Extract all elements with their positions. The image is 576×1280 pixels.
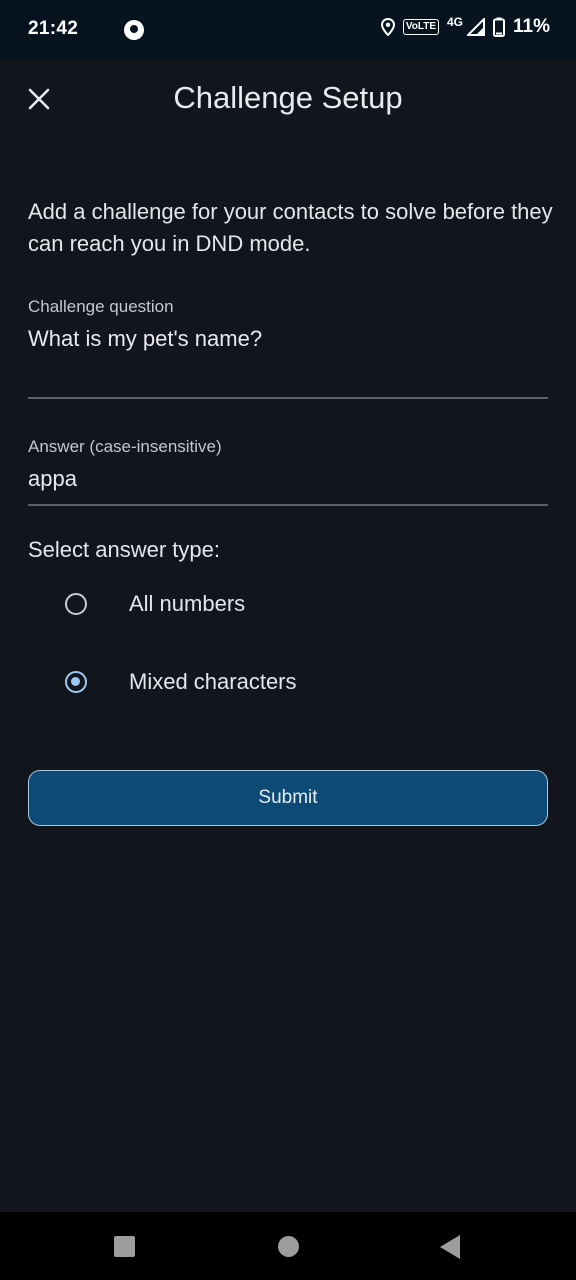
answer-type-label: Select answer type: bbox=[28, 537, 220, 562]
question-underline bbox=[28, 397, 548, 399]
notification-app-icon bbox=[124, 20, 144, 40]
location-icon bbox=[380, 18, 395, 36]
recents-icon[interactable] bbox=[114, 1236, 135, 1257]
radio-option-mixed-characters[interactable]: Mixed characters bbox=[28, 656, 548, 712]
answer-underline bbox=[28, 504, 548, 506]
question-input[interactable]: What is my pet's name? bbox=[28, 326, 262, 352]
home-icon[interactable] bbox=[278, 1236, 299, 1257]
answer-label: Answer (case-insensitive) bbox=[28, 437, 222, 456]
battery-percentage: 11% bbox=[513, 16, 550, 37]
screen: 21:42 VoLTE 4G 11% Challenge Setup Add a… bbox=[0, 0, 576, 1280]
page-title: Challenge Setup bbox=[173, 80, 403, 115]
app-header: Challenge Setup bbox=[0, 60, 576, 144]
answer-input[interactable]: appa bbox=[28, 466, 77, 492]
navigation-bar bbox=[0, 1212, 576, 1280]
radio-label-all-numbers: All numbers bbox=[129, 591, 246, 616]
submit-button[interactable]: Submit bbox=[28, 770, 548, 826]
status-bar: 21:42 VoLTE 4G 11% bbox=[0, 0, 576, 60]
radio-option-all-numbers[interactable]: All numbers bbox=[28, 578, 548, 634]
signal-icon bbox=[467, 18, 486, 36]
radio-unchecked-icon[interactable] bbox=[65, 593, 87, 615]
radio-label-mixed-characters: Mixed characters bbox=[129, 669, 297, 694]
description-text: Add a challenge for your contacts to sol… bbox=[28, 199, 553, 256]
question-label: Challenge question bbox=[28, 297, 174, 316]
network-type: 4G bbox=[447, 15, 464, 29]
radio-checked-icon[interactable] bbox=[65, 671, 87, 693]
volte-badge: VoLTE bbox=[402, 19, 439, 35]
status-icons: VoLTE 4G 11% bbox=[380, 15, 550, 38]
battery-icon bbox=[493, 17, 506, 37]
back-icon[interactable] bbox=[440, 1235, 460, 1259]
status-time: 21:42 bbox=[28, 18, 79, 39]
